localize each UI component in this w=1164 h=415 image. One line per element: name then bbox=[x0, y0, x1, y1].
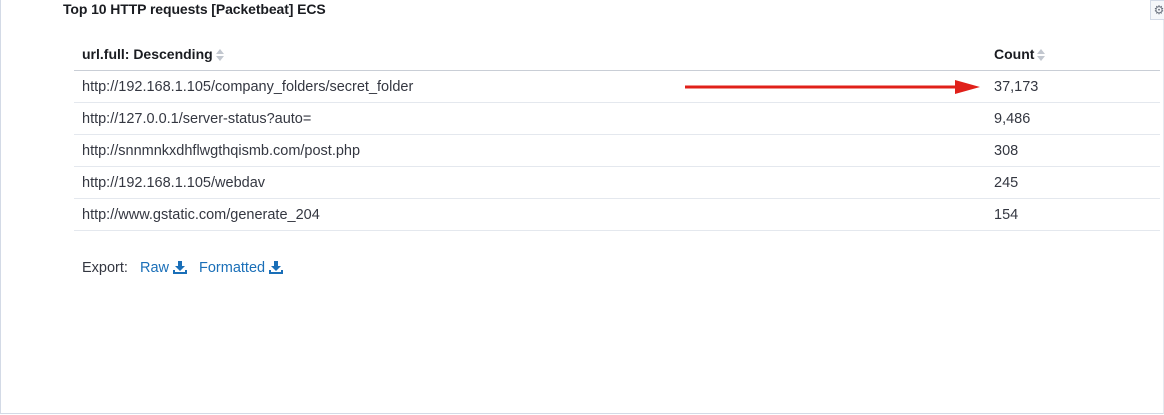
sort-icon[interactable] bbox=[215, 49, 224, 62]
count-cell: 245 bbox=[986, 166, 1160, 199]
count-cell: 308 bbox=[986, 134, 1160, 167]
table-row: http://192.168.1.105/company_folders/sec… bbox=[74, 70, 1160, 103]
panel-title: Top 10 HTTP requests [Packetbeat] ECS bbox=[63, 1, 326, 17]
table-row: http://127.0.0.1/server-status?auto= 9,4… bbox=[74, 102, 1160, 135]
url-cell[interactable]: http://snnmnkxdhflwgthqismb.com/post.php bbox=[74, 134, 986, 167]
table-row: http://www.gstatic.com/generate_204 154 bbox=[74, 198, 1160, 231]
data-table: url.full: Descending Count http://192.16… bbox=[74, 38, 1160, 231]
export-formatted-link[interactable]: Formatted bbox=[199, 260, 284, 276]
export-formatted-label: Formatted bbox=[199, 260, 266, 276]
gear-icon: ⚙ bbox=[1153, 3, 1164, 17]
url-cell[interactable]: http://192.168.1.105/webdav bbox=[74, 166, 986, 199]
export-row: Export: Raw Formatted bbox=[82, 260, 284, 276]
url-cell[interactable]: http://127.0.0.1/server-status?auto= bbox=[74, 102, 986, 135]
table-row: http://snnmnkxdhflwgthqismb.com/post.php… bbox=[74, 134, 1160, 167]
column-header-url[interactable]: url.full: Descending bbox=[74, 38, 986, 71]
count-cell: 154 bbox=[986, 198, 1160, 231]
count-cell: 9,486 bbox=[986, 102, 1160, 135]
column-header-label: Count bbox=[994, 46, 1035, 62]
visualization-panel: Top 10 HTTP requests [Packetbeat] ECS ⚙ … bbox=[0, 0, 1164, 414]
download-icon bbox=[269, 261, 284, 274]
download-icon bbox=[172, 261, 187, 274]
export-label: Export: bbox=[82, 260, 128, 276]
table-row: http://192.168.1.105/webdav 245 bbox=[74, 166, 1160, 199]
table-header-row: url.full: Descending Count bbox=[74, 38, 1160, 71]
export-raw-link[interactable]: Raw bbox=[140, 260, 191, 276]
url-cell[interactable]: http://www.gstatic.com/generate_204 bbox=[74, 198, 986, 231]
panel-options-button[interactable]: ⚙ bbox=[1150, 0, 1164, 20]
red-arrow-icon bbox=[685, 80, 980, 94]
export-raw-label: Raw bbox=[139, 260, 169, 276]
column-header-label: url.full: Descending bbox=[82, 46, 213, 62]
count-cell: 37,173 bbox=[986, 70, 1160, 103]
column-header-count[interactable]: Count bbox=[986, 38, 1160, 71]
sort-icon[interactable] bbox=[1037, 49, 1046, 62]
